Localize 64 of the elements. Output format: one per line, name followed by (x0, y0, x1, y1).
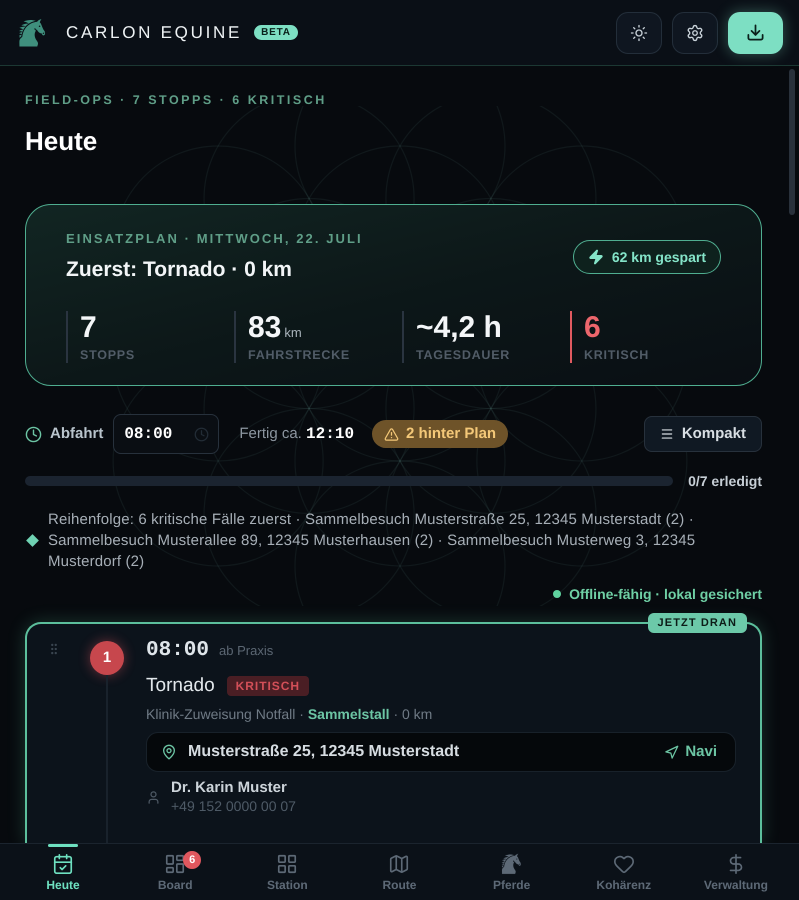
stat-value: 6 (584, 311, 602, 345)
calendar-check-icon (52, 852, 74, 874)
stat-value: 83 km (248, 311, 303, 345)
stat-label: KRITISCH (584, 347, 650, 363)
nav-tab[interactable]: Board 6 (119, 844, 232, 900)
stop-time: 08:00 (146, 639, 210, 663)
horse-head-logo-icon (18, 18, 48, 48)
stat-value: 7 (80, 311, 98, 345)
contact-phone: +49 152 0000 00 07 (171, 797, 296, 815)
contact-name: Dr. Karin Muster (171, 779, 288, 797)
theme-toggle-button[interactable] (616, 12, 662, 54)
finish-estimate: Fertig ca. 12:10 (239, 424, 354, 445)
stop-origin: ab Praxis (219, 642, 274, 660)
plan-eyebrow: EINSATZPLAN · MITTWOCH, 22. JULI (66, 230, 363, 248)
stop-details: Klinik-Zuweisung Notfall · Sammelstall · 0 km (146, 705, 434, 724)
nav-tab[interactable]: Heute (7, 844, 120, 900)
stat-value: ~4,2 h (416, 311, 503, 345)
clock-icon (25, 426, 42, 442)
scrollbar-thumb[interactable] (789, 69, 795, 215)
horse-name: Tornado (146, 674, 215, 698)
current-stop-badge: JETZT DRAN (648, 613, 747, 633)
progress-label: 0/7 erledigt (688, 472, 762, 491)
active-tab-indicator (48, 844, 78, 847)
sun-icon (630, 24, 648, 42)
beta-badge: BETA (254, 25, 298, 40)
stat-label: STOPPS (80, 347, 136, 363)
person-icon (146, 790, 161, 804)
stop-address: Musterstraße 25, 12345 Musterstadt (188, 742, 460, 762)
nav-tab[interactable]: Route (343, 844, 456, 900)
list-icon (660, 427, 674, 441)
download-icon (746, 23, 765, 42)
settings-button[interactable] (672, 12, 718, 54)
dashboard-icon (164, 852, 186, 874)
nav-tab[interactable]: Station (231, 844, 344, 900)
brand-name: CARLON EQUINE (66, 22, 242, 44)
sync-status: Offline-fähig · lokal gesichert (569, 585, 762, 604)
page-eyebrow: FIELD-OPS · 7 STOPPS · 6 KRITISCH (25, 92, 328, 108)
compact-view-button[interactable]: Kompakt (644, 416, 762, 452)
nav-tab[interactable]: Verwaltung (680, 844, 792, 900)
warning-icon (384, 426, 400, 442)
horse-head-icon (500, 852, 523, 874)
settings-icon (686, 24, 704, 42)
clock-icon (194, 426, 210, 442)
map-icon (388, 852, 410, 874)
navigation-arrow-icon (664, 744, 680, 760)
nav-tab[interactable]: Kohärenz (568, 844, 680, 900)
stop-number: 1 (90, 641, 124, 675)
plan-headline: Zuerst: Tornado · 0 km (66, 257, 293, 283)
departure-time-field[interactable]: 08:00 (113, 414, 220, 454)
navigation-link[interactable]: Navi (664, 740, 717, 764)
location-pin-icon (161, 744, 177, 760)
page-title: Heute (25, 125, 98, 157)
stat-label: TAGESDAUER (416, 347, 512, 363)
download-button[interactable] (728, 12, 783, 54)
notification-count-badge: 6 (183, 851, 202, 869)
delay-badge: 2 hinter Plan (372, 420, 508, 448)
stat-label: FAHRSTRECKE (248, 347, 352, 363)
lightning-icon (588, 249, 604, 265)
sequence-note: Reihenfolge: 6 kritische Fälle zuerst · Sammelbesuch Musterstraße 25, 12345 Musterstadt (2) · Sammelbesuch Musterallee 89, 12345 Musterhausen (2) · Sammelbesuch Musterweg 3, 12345 Musterdorf (2) (48, 510, 696, 572)
priority-tag: KRITISCH (226, 676, 310, 696)
grid-icon (276, 852, 298, 874)
nav-tab[interactable]: Pferde (456, 844, 568, 900)
savings-badge: 62 km gespart (572, 240, 721, 274)
departure-label: Abfahrt (50, 424, 104, 444)
